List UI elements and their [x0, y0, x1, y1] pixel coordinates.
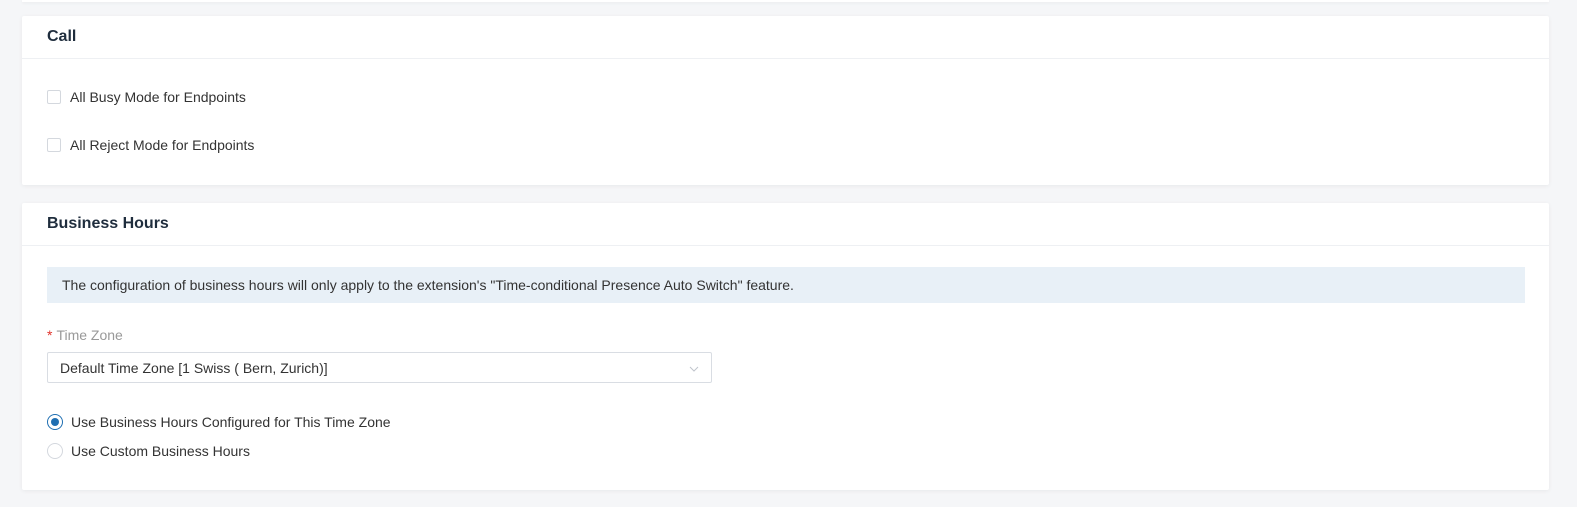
use-timezone-hours-label: Use Business Hours Configured for This T… — [71, 414, 391, 430]
time-zone-label-text: Time Zone — [56, 327, 123, 343]
required-marker: * — [47, 327, 53, 343]
call-section: Call All Busy Mode for Endpoints All Rej… — [22, 16, 1549, 185]
use-custom-hours-label: Use Custom Business Hours — [71, 443, 250, 459]
all-reject-mode-label: All Reject Mode for Endpoints — [70, 137, 255, 153]
business-hours-notice-text: The configuration of business hours will… — [62, 277, 794, 293]
chevron-down-icon — [689, 361, 699, 372]
use-timezone-hours-radio-row[interactable]: Use Business Hours Configured for This T… — [47, 414, 391, 430]
business-hours-title: Business Hours — [22, 203, 1549, 246]
all-busy-mode-checkbox-row[interactable]: All Busy Mode for Endpoints — [47, 89, 246, 105]
time-zone-label: * Time Zone — [47, 327, 123, 343]
all-busy-mode-checkbox[interactable] — [47, 90, 61, 104]
time-zone-select[interactable]: Default Time Zone [1 Swiss ( Bern, Zuric… — [47, 352, 712, 383]
call-section-title: Call — [22, 16, 1549, 59]
time-zone-value: Default Time Zone [1 Swiss ( Bern, Zuric… — [60, 359, 328, 376]
settings-page: Call All Busy Mode for Endpoints All Rej… — [0, 0, 1577, 507]
all-reject-mode-checkbox-row[interactable]: All Reject Mode for Endpoints — [47, 137, 254, 153]
use-timezone-hours-radio[interactable] — [47, 414, 63, 430]
all-busy-mode-label: All Busy Mode for Endpoints — [70, 89, 246, 105]
previous-section-edge — [22, 0, 1549, 2]
all-reject-mode-checkbox[interactable] — [47, 138, 61, 152]
use-custom-hours-radio-row[interactable]: Use Custom Business Hours — [47, 443, 250, 459]
use-custom-hours-radio[interactable] — [47, 443, 63, 459]
business-hours-section: Business Hours The configuration of busi… — [22, 203, 1549, 490]
business-hours-notice: The configuration of business hours will… — [47, 267, 1525, 303]
